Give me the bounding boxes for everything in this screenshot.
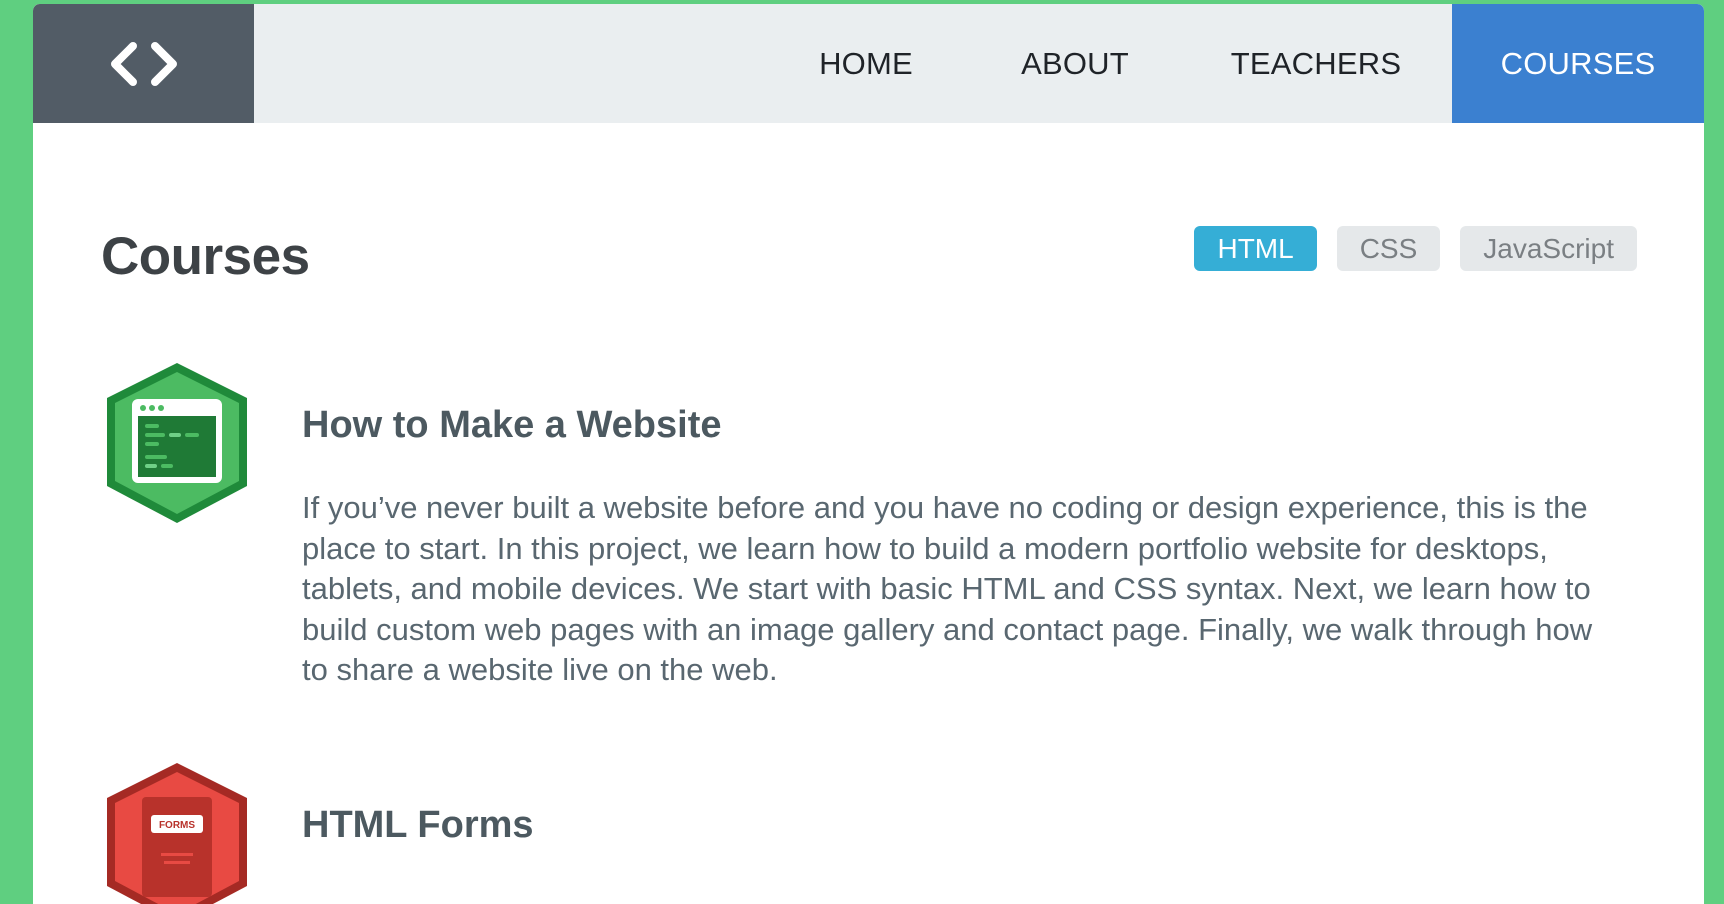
filter-html-button[interactable]: HTML: [1194, 226, 1317, 271]
nav-teachers[interactable]: TEACHERS: [1180, 4, 1452, 123]
code-brackets-icon: [110, 41, 177, 86]
course-title[interactable]: HTML Forms: [302, 804, 534, 847]
logo[interactable]: [33, 4, 254, 123]
nav-about[interactable]: ABOUT: [970, 4, 1180, 123]
website-browser-badge-icon[interactable]: [101, 360, 253, 528]
course-title[interactable]: How to Make a Website: [302, 404, 722, 447]
filter-css-button[interactable]: CSS: [1336, 226, 1441, 271]
nav-links: HOME ABOUT TEACHERS COURSES: [762, 4, 1704, 123]
course-filters: HTML CSS JavaScript: [1194, 226, 1637, 271]
page-title: Courses: [101, 227, 310, 286]
page-container: HOME ABOUT TEACHERS COURSES Courses HTML…: [33, 4, 1704, 904]
course-description: If you’ve never built a website before a…: [302, 490, 1593, 687]
nav-home[interactable]: HOME: [762, 4, 970, 123]
forms-badge-text: FORMS: [159, 820, 195, 831]
forms-badge-icon[interactable]: FORMS: [101, 760, 253, 904]
main-navbar: HOME ABOUT TEACHERS COURSES: [33, 4, 1704, 123]
filter-javascript-button[interactable]: JavaScript: [1460, 226, 1637, 271]
nav-courses[interactable]: COURSES: [1452, 4, 1704, 123]
